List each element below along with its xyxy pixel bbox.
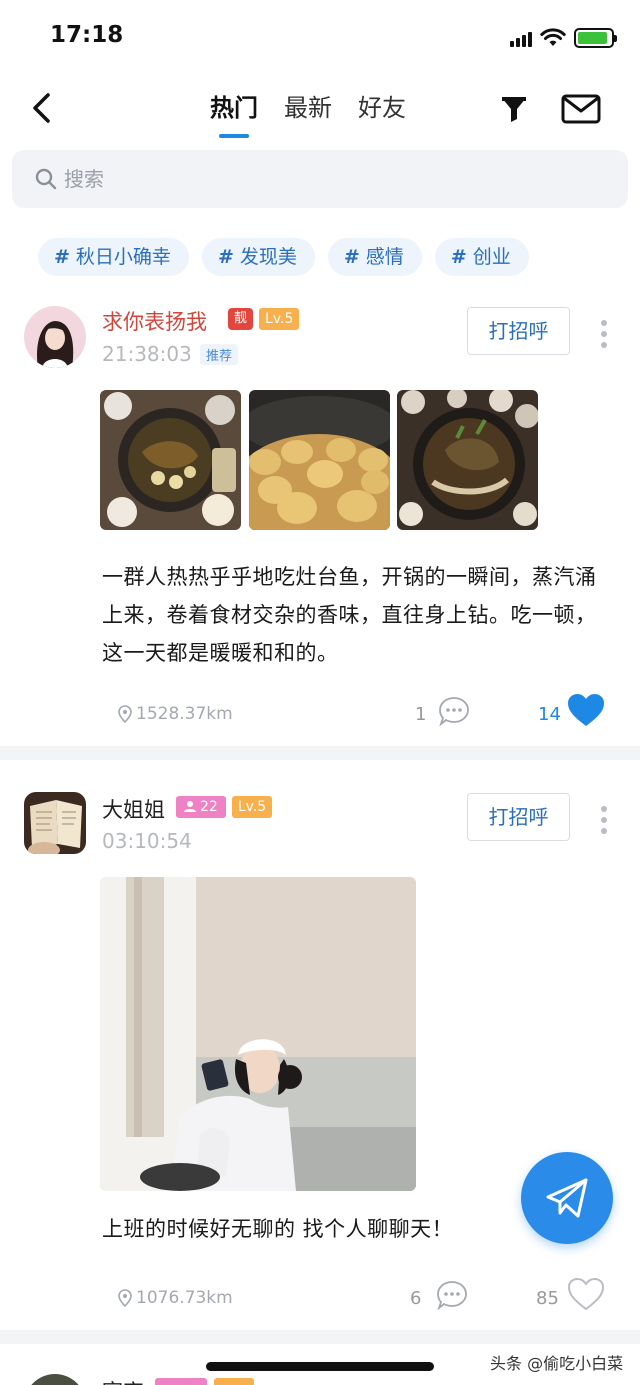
avatar[interactable] — [24, 792, 86, 854]
pretty-badge: 靓 — [228, 308, 254, 330]
search-bar[interactable] — [12, 150, 628, 208]
post-footer: 1076.73km 6 85 — [0, 1277, 640, 1320]
post-image[interactable] — [100, 390, 241, 530]
topic-chip[interactable]: # 发现美 — [201, 238, 315, 276]
username[interactable]: 求你表扬我 — [102, 306, 207, 336]
post-text: 一群人热热乎乎地吃灶台鱼，开锅的一瞬间，蒸汽涌上来，卷着食材交杂的香味，直往身上… — [102, 565, 597, 665]
post-image[interactable] — [397, 390, 538, 530]
topic-chip[interactable]: # 创业 — [434, 238, 529, 276]
post-image[interactable] — [249, 390, 390, 530]
feed-post: 大姐姐 22 Lv.5 03:10:54 打招呼 上班的时候好无聊的 找个人聊聊… — [0, 780, 640, 1330]
more-options-button[interactable] — [596, 804, 612, 838]
username[interactable]: 寂宇 — [102, 1376, 144, 1385]
level-badge: Lv.5 — [259, 308, 300, 330]
top-nav: 热门 最新 好友 — [0, 76, 640, 140]
topic-label: 秋日小确幸 — [75, 246, 171, 268]
user-badges: 22 Lv.5 — [176, 796, 273, 818]
username[interactable]: 大姐姐 — [102, 794, 165, 824]
chevron-left-icon — [33, 93, 50, 123]
comment-count: 6 — [410, 1288, 422, 1309]
hashtag-icon: # — [54, 246, 70, 268]
topic-chip[interactable]: # 秋日小确幸 — [38, 238, 189, 276]
heart-outline-icon — [567, 1277, 605, 1311]
like-count: 85 — [536, 1288, 559, 1309]
topic-chip[interactable]: # 感情 — [327, 238, 422, 276]
hashtag-icon: # — [217, 246, 234, 268]
location-pin-icon — [118, 1289, 132, 1307]
more-vertical-icon — [601, 806, 607, 834]
more-vertical-icon — [601, 320, 607, 348]
more-options-button[interactable] — [596, 318, 612, 352]
envelope-icon — [561, 94, 601, 124]
cellular-signal-icon — [510, 29, 532, 47]
comment-bubble-icon — [439, 697, 469, 727]
like-button[interactable] — [566, 1276, 606, 1312]
level-badge: Lv.5 — [231, 796, 273, 818]
avatar[interactable] — [24, 306, 86, 368]
search-icon — [35, 168, 57, 190]
filter-button[interactable] — [496, 92, 532, 126]
age-text: 22 — [200, 799, 218, 815]
post-divider — [0, 746, 640, 760]
home-indicator[interactable] — [206, 1362, 434, 1371]
gender-age-badge: 22 — [176, 796, 226, 818]
topic-label: 创业 — [472, 246, 511, 268]
greet-button[interactable]: 打招呼 — [467, 793, 570, 841]
female-user-icon — [184, 801, 196, 812]
topic-chips: # 秋日小确幸 # 发现美 # 感情 # 创业 — [38, 238, 529, 276]
status-bar: 17:18 — [0, 0, 640, 76]
comment-button[interactable] — [436, 1280, 468, 1311]
level-badge — [214, 1378, 254, 1385]
messages-button[interactable] — [560, 92, 602, 126]
post-time: 21:38:03 — [102, 342, 192, 366]
user-badges: 靓 Lv.5 — [228, 308, 300, 330]
recommend-tag: 推荐 — [200, 344, 239, 365]
like-button[interactable] — [566, 692, 606, 728]
comment-bubble-icon — [437, 1281, 467, 1311]
avatar[interactable] — [24, 1374, 86, 1385]
location-pin-icon — [118, 705, 132, 723]
back-button[interactable] — [26, 90, 62, 126]
hashtag-icon: # — [343, 246, 360, 268]
tab-friends[interactable]: 好友 — [358, 90, 406, 134]
post-footer: 1528.37km 1 14 — [0, 694, 640, 736]
funnel-icon — [502, 97, 526, 122]
like-count: 14 — [538, 704, 561, 725]
topic-label: 感情 — [365, 246, 404, 268]
distance-text: 1076.73km — [136, 1288, 233, 1308]
tab-latest[interactable]: 最新 — [284, 90, 332, 134]
gender-age-badge — [155, 1378, 207, 1385]
hashtag-icon: # — [450, 246, 467, 268]
status-icons — [510, 26, 617, 50]
search-input[interactable] — [64, 158, 604, 200]
topic-label: 发现美 — [239, 246, 297, 268]
paper-plane-icon — [546, 1178, 588, 1218]
battery-icon — [574, 28, 617, 48]
status-time: 17:18 — [50, 22, 124, 48]
location: 1528.37km — [118, 704, 233, 724]
comment-button[interactable] — [438, 696, 470, 727]
feed-post: 求你表扬我 靓 Lv.5 21:38:03 推荐 打招呼 一群人热热乎乎地吃灶台… — [0, 296, 640, 746]
feed-tabs: 热门 最新 好友 — [210, 90, 406, 138]
greet-button[interactable]: 打招呼 — [467, 307, 570, 355]
post-divider — [0, 1330, 640, 1344]
location: 1076.73km — [118, 1288, 233, 1308]
distance-text: 1528.37km — [136, 704, 233, 724]
watermark: 头条 @偷吃小白菜 — [490, 1354, 624, 1373]
compose-button[interactable] — [521, 1152, 613, 1244]
wifi-icon — [540, 28, 566, 46]
post-time: 03:10:54 — [102, 829, 192, 853]
tab-hot[interactable]: 热门 — [210, 90, 258, 138]
post-image[interactable] — [100, 877, 416, 1191]
comment-count: 1 — [415, 704, 427, 725]
heart-icon-filled — [568, 694, 604, 726]
